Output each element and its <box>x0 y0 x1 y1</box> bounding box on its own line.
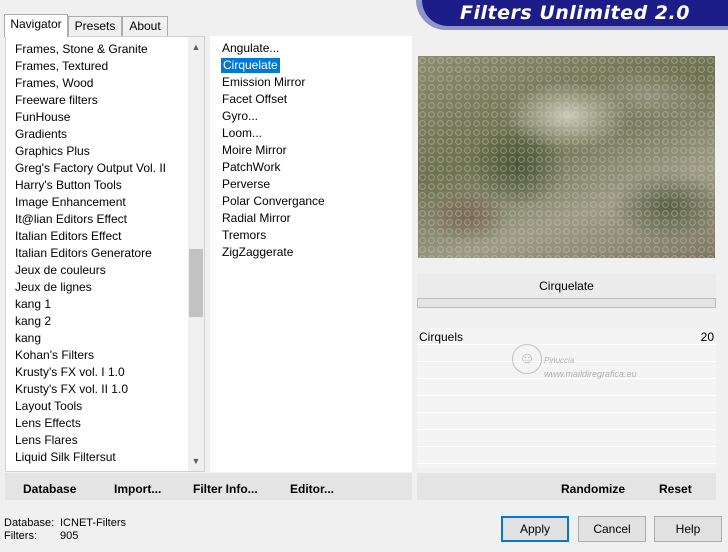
category-item[interactable]: kang 2 <box>6 313 166 330</box>
preview-circles-pattern <box>418 56 715 258</box>
tab-about[interactable]: About <box>122 16 168 36</box>
category-item[interactable]: kang 1 <box>6 296 166 313</box>
scroll-down-icon[interactable]: ▼ <box>188 453 204 469</box>
category-item[interactable]: Graphics Plus <box>6 143 166 160</box>
category-item[interactable]: Jeux de lignes <box>6 279 166 296</box>
reset-button[interactable]: Reset <box>659 482 692 496</box>
category-item[interactable]: Frames, Stone & Granite <box>6 41 166 58</box>
param-row-empty <box>417 396 716 413</box>
selected-filter-label: Cirquelate <box>221 58 280 73</box>
parameter-list: Cirquels 20 <box>417 328 716 468</box>
smiley-icon: ☺ <box>512 344 542 374</box>
filter-info-button[interactable]: Filter Info... <box>193 482 258 496</box>
category-list-panel[interactable]: Frames, Stone & Granite Frames, Textured F… <box>5 36 205 472</box>
filters-label: Filters: <box>4 530 37 542</box>
filter-item[interactable]: Angulate... <box>210 40 325 57</box>
category-item[interactable]: FunHouse <box>6 109 166 126</box>
category-item[interactable]: Greg's Factory Output Vol. II <box>6 160 166 177</box>
filter-list-panel[interactable]: Angulate... Cirquelate Emission Mirror Face… <box>210 36 412 472</box>
category-scrollbar[interactable]: ▲ ▼ <box>188 37 204 471</box>
filter-item[interactable]: ZigZaggerate <box>210 244 325 261</box>
app-banner: Filters Unlimited 2.0 <box>422 0 728 26</box>
param-row-empty <box>417 379 716 396</box>
help-button[interactable]: Help <box>654 516 722 542</box>
cancel-button[interactable]: Cancel <box>578 516 646 542</box>
editor-button[interactable]: Editor... <box>290 482 334 496</box>
filter-item[interactable]: Radial Mirror <box>210 210 325 227</box>
filters-count: 905 <box>60 530 79 542</box>
filter-preview-image <box>418 56 715 258</box>
database-value: ICNET-Filters <box>60 517 126 529</box>
category-item[interactable]: Liquid Silk Filtersut <box>6 449 166 466</box>
param-row-empty <box>417 430 716 447</box>
category-item[interactable]: Krusty's FX vol. II 1.0 <box>6 381 166 398</box>
filter-item[interactable]: Cirquelate <box>221 57 325 74</box>
category-item[interactable]: Italian Editors Generatore <box>6 245 166 262</box>
import-button[interactable]: Import... <box>114 482 161 496</box>
category-item[interactable]: Lens Effects <box>6 415 166 432</box>
category-item[interactable]: Frames, Textured <box>6 58 166 75</box>
scroll-up-icon[interactable]: ▲ <box>188 39 204 55</box>
left-button-bar: Database Import... Filter Info... Editor… <box>5 473 412 500</box>
param-row[interactable]: Cirquels 20 <box>417 328 716 345</box>
param-value[interactable]: 20 <box>701 330 714 344</box>
category-item[interactable]: Italian Editors Effect <box>6 228 166 245</box>
filters-info: Filters: 905 <box>4 530 78 542</box>
database-label: Database: <box>4 517 55 529</box>
filter-list[interactable]: Angulate... Cirquelate Emission Mirror Face… <box>210 40 325 261</box>
right-button-bar: Randomize Reset <box>417 473 716 500</box>
param-row-empty <box>417 447 716 464</box>
category-item[interactable]: Jeux de couleurs <box>6 262 166 279</box>
category-item[interactable]: Lens Flares <box>6 432 166 449</box>
category-item[interactable]: Gradients <box>6 126 166 143</box>
filter-item[interactable]: PatchWork <box>210 159 325 176</box>
banner-title: Filters Unlimited 2.0 <box>460 2 690 24</box>
category-item[interactable]: Layout Tools <box>6 398 166 415</box>
scroll-thumb[interactable] <box>189 249 203 317</box>
param-row-empty <box>417 413 716 430</box>
param-label: Cirquels <box>419 330 464 344</box>
filter-item[interactable]: Polar Convergance <box>210 193 325 210</box>
filter-item[interactable]: Facet Offset <box>210 91 325 108</box>
filter-item[interactable]: Perverse <box>210 176 325 193</box>
category-item[interactable]: Frames, Wood <box>6 75 166 92</box>
category-item[interactable]: Kohan's Filters <box>6 347 166 364</box>
category-item[interactable]: Harry's Button Tools <box>6 177 166 194</box>
watermark-url: www.maildiregrafica.eu <box>544 369 637 379</box>
category-item[interactable]: Freeware filters <box>6 92 166 109</box>
watermark-name: Pinuccia <box>544 356 575 365</box>
category-list[interactable]: Frames, Stone & Granite Frames, Textured F… <box>6 41 166 466</box>
category-item[interactable]: kang <box>6 330 166 347</box>
randomize-button[interactable]: Randomize <box>561 482 625 496</box>
category-item[interactable]: Krusty's FX vol. I 1.0 <box>6 364 166 381</box>
filter-item[interactable]: Gyro... <box>210 108 325 125</box>
apply-button[interactable]: Apply <box>501 516 569 542</box>
filter-progress-bar <box>417 298 716 308</box>
tab-presets[interactable]: Presets <box>68 16 122 36</box>
filter-item[interactable]: Loom... <box>210 125 325 142</box>
database-info: Database: ICNET-Filters <box>4 517 126 529</box>
database-button[interactable]: Database <box>23 482 76 496</box>
category-item[interactable]: It@lian Editors Effect <box>6 211 166 228</box>
tab-navigator[interactable]: Navigator <box>4 14 68 37</box>
filter-item[interactable]: Moire Mirror <box>210 142 325 159</box>
filter-item[interactable]: Emission Mirror <box>210 74 325 91</box>
category-item[interactable]: Image Enhancement <box>6 194 166 211</box>
filter-item[interactable]: Tremors <box>210 227 325 244</box>
filter-title: Cirquelate <box>417 274 716 298</box>
